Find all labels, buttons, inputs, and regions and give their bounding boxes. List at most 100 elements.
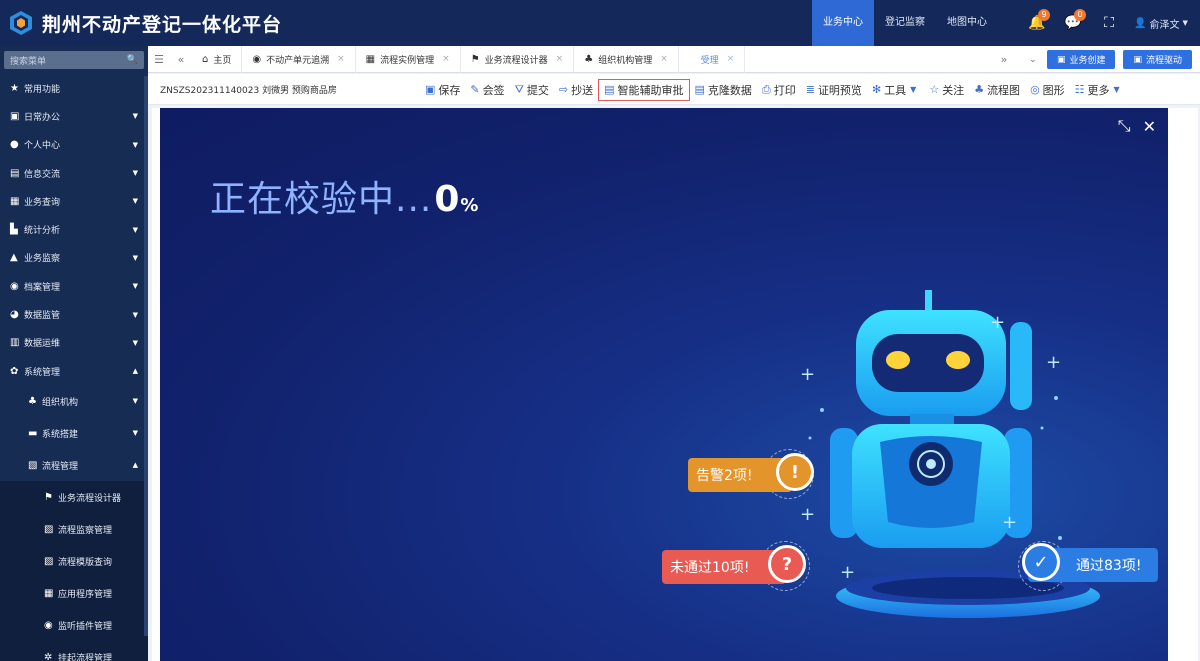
follow-button[interactable]: ☆ 关注	[924, 79, 969, 101]
svg-text:+: +	[1002, 512, 1017, 533]
tab-flow-instance[interactable]: ▦ 流程实例管理 ×	[356, 45, 461, 73]
bell-icon[interactable]: 🔔 9	[1024, 9, 1050, 36]
menu-toggle-icon[interactable]: ☰	[148, 46, 170, 73]
close-icon[interactable]: ×	[727, 54, 735, 64]
close-icon[interactable]: ×	[442, 54, 450, 64]
sidebar-item-system[interactable]: ✿ 系统管理 ▲	[0, 357, 148, 385]
svg-text:+: +	[990, 312, 1005, 333]
suspend-icon: ✲	[44, 651, 53, 661]
shrink-icon[interactable]: ⤡	[1118, 116, 1131, 136]
sign-icon: ✎	[470, 83, 480, 96]
tab-unit-trace[interactable]: ◉ 不动产单元追溯 ×	[242, 45, 356, 73]
star-icon: ★	[10, 82, 19, 94]
nav-registration-inspection[interactable]: 登记监察	[874, 0, 936, 46]
more-dropdown[interactable]: ☷ 更多 ▼	[1070, 79, 1128, 101]
user-menu[interactable]: 👤 俞泽文 ▼	[1134, 16, 1188, 31]
sidebar-sub2-monitor[interactable]: ▨ 流程监察管理	[0, 513, 148, 546]
tab-home[interactable]: ⌂ 主页	[192, 45, 243, 73]
sidebar-item-label: 日常办公	[24, 112, 61, 123]
save-button[interactable]: ▣ 保存	[420, 79, 465, 101]
tabs-dropdown-icon[interactable]: ⌄	[1019, 46, 1047, 73]
countersign-button[interactable]: ✎ 会签	[465, 79, 509, 101]
close-icon[interactable]: ✕	[1143, 117, 1156, 136]
sidebar-item-label: 系统搭建	[42, 429, 79, 440]
fullscreen-icon[interactable]: ⛶	[1096, 10, 1122, 36]
sidebar-sub2-template[interactable]: ▨ 流程模版查询	[0, 545, 148, 578]
flowchart-button[interactable]: ♣ 流程图	[969, 79, 1025, 101]
nav-map-center[interactable]: 地图中心	[936, 0, 998, 46]
sidebar-item-common[interactable]: ★ 常用功能	[0, 74, 148, 102]
clone-icon: ▤	[694, 83, 705, 96]
warn-result[interactable]: 告警2项! !	[688, 453, 814, 492]
percent-sign: %	[460, 195, 480, 216]
nav-business-center[interactable]: 业务中心	[812, 0, 874, 46]
tab-org-manage[interactable]: ♣ 组织机构管理 ×	[574, 45, 679, 73]
sidebar-item-label: 个人中心	[24, 141, 61, 152]
tab-flow-designer[interactable]: ⚑ 业务流程设计器 ×	[461, 45, 575, 73]
smart-approval-button[interactable]: ▤ 智能辅助审批	[598, 78, 690, 101]
shape-button[interactable]: ◎ 图形	[1025, 79, 1070, 101]
flow-drive-label: 流程驱动	[1145, 56, 1182, 66]
business-create-button[interactable]: ▣ 业务创建	[1046, 50, 1116, 69]
sidebar-item-query[interactable]: ▦ 业务查询 ▼	[0, 187, 148, 215]
cc-button[interactable]: ⇨ 抄送	[554, 79, 598, 101]
flow-drive-button[interactable]: ▣ 流程驱动	[1123, 50, 1192, 69]
tab-actions: » ⌄ ▣ 业务创建 ▣ 流程驱动	[989, 46, 1200, 73]
record-info: ZNSZS202311140023 刘微男 预购商品房	[160, 85, 337, 96]
app-title: 荆州不动产登记一体化平台	[42, 13, 283, 36]
monitor-icon: ▨	[44, 523, 54, 535]
table-icon: ▦	[365, 53, 376, 65]
sidebar-sub-flow[interactable]: ▧ 流程管理 ▲	[0, 449, 148, 481]
close-icon[interactable]: ×	[337, 54, 345, 64]
sidebar-item-office[interactable]: ▣ 日常办公 ▼	[0, 102, 148, 130]
search-input[interactable]: 搜索菜单 🔍	[4, 51, 144, 69]
tools-dropdown[interactable]: ✻ 工具 ▼	[867, 79, 924, 101]
sidebar-scrollbar[interactable]	[144, 76, 148, 636]
sidebar-item-label: 流程模版查询	[58, 557, 113, 568]
tool-label: 图形	[1042, 83, 1065, 97]
chevron-down-icon: ▼	[132, 429, 138, 438]
pass-result[interactable]: ✓ 通过83项!	[1022, 543, 1158, 582]
query-icon: ▦	[10, 195, 20, 207]
sidebar-item-archive[interactable]: ◉ 档案管理 ▼	[0, 272, 148, 300]
sidebar-item-label: 监听插件管理	[58, 621, 113, 632]
certificate-preview-button[interactable]: ≣ 证明预览	[801, 79, 867, 101]
tab-label: 受理	[700, 55, 719, 66]
sidebar-item-data-supervise[interactable]: ◕ 数据监管 ▼	[0, 300, 148, 328]
close-icon[interactable]: ×	[556, 54, 564, 64]
sidebar-item-message[interactable]: ▤ 信息交流 ▼	[0, 159, 148, 187]
cc-icon: ⇨	[558, 83, 569, 96]
sidebar-sub-build[interactable]: ▬ 系统搭建 ▼	[0, 417, 148, 449]
chevron-down-icon: ▼	[132, 169, 138, 178]
sidebar-sub2-suspend[interactable]: ✲ 挂起流程管理	[0, 641, 148, 661]
sidebar-item-label: 系统管理	[24, 367, 61, 378]
fail-result[interactable]: 未通过10项! ?	[662, 545, 806, 584]
bell-icon: ▲	[10, 252, 18, 264]
submit-button[interactable]: ⛛ 提交	[510, 79, 554, 101]
sidebar-item-data-ops[interactable]: ▥ 数据运维 ▼	[0, 329, 148, 357]
svg-text:+: +	[800, 364, 815, 385]
sidebar-item-label: 信息交流	[24, 169, 61, 180]
modal-controls: ⤡ ✕	[1106, 116, 1156, 136]
clone-data-button[interactable]: ▤ 克隆数据	[690, 79, 757, 101]
tabs-scroll-right-icon[interactable]: »	[989, 46, 1019, 73]
logo: 荆州不动产登记一体化平台	[8, 10, 282, 37]
sidebar-sub2-designer[interactable]: ⚑ 业务流程设计器	[0, 481, 148, 514]
sidebar-item-inspection[interactable]: ▲ 业务监察 ▼	[0, 244, 148, 272]
home-icon: ⌂	[202, 53, 209, 65]
message-icon[interactable]: 💬 0	[1060, 9, 1086, 36]
sidebar-sub-org[interactable]: ♣ 组织机构 ▼	[0, 385, 148, 417]
sidebar-item-personal[interactable]: ● 个人中心 ▼	[0, 131, 148, 159]
close-icon[interactable]: ×	[660, 54, 668, 64]
org-icon: ♣	[584, 53, 594, 65]
sidebar-item-label: 常用功能	[24, 84, 61, 95]
shape-icon: ◎	[1030, 83, 1040, 96]
tabs-scroll-left-icon[interactable]: «	[170, 46, 192, 73]
sidebar-sub2-plugin[interactable]: ◉ 监听插件管理	[0, 609, 148, 642]
tab-accept[interactable]: 受理 ×	[679, 45, 746, 73]
user-icon: 👤	[1134, 17, 1147, 29]
sidebar-item-stats[interactable]: ▙ 统计分析 ▼	[0, 215, 148, 243]
sidebar-sub2-app[interactable]: ▦ 应用程序管理	[0, 577, 148, 610]
sidebar-item-label: 业务流程设计器	[58, 493, 122, 504]
print-button[interactable]: ⎙ 打印	[757, 79, 801, 101]
